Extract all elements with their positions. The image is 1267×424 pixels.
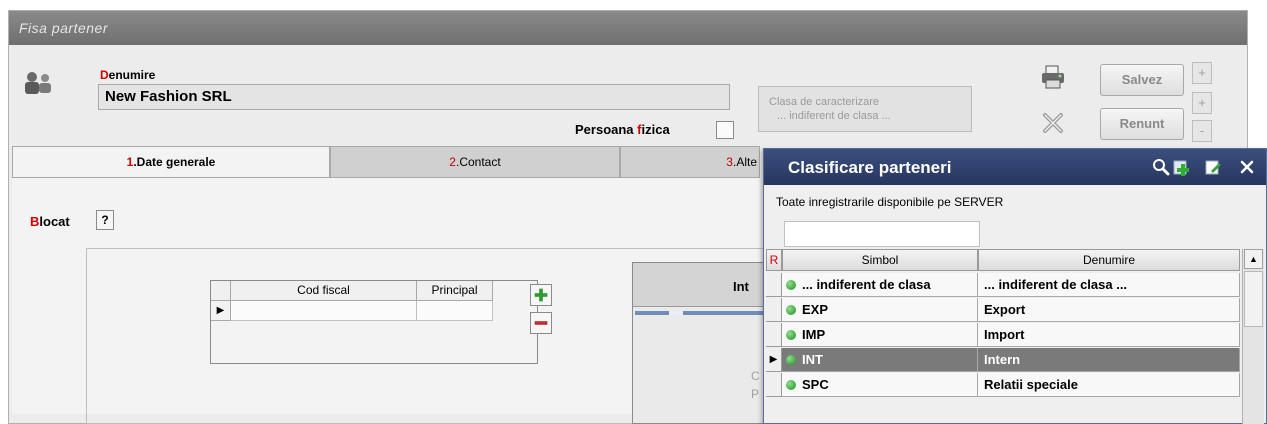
cell-denumire[interactable]: ... indiferent de clasa ... xyxy=(978,273,1240,297)
list-row-selected[interactable]: ▶ INT Intern xyxy=(764,348,1240,373)
grid-cell-principal[interactable] xyxy=(417,301,493,321)
close-icon[interactable] xyxy=(1238,158,1256,176)
renunt-button[interactable]: Renunt xyxy=(1100,108,1184,140)
cell-denumire[interactable]: Relatii speciale xyxy=(978,373,1240,397)
status-dot-icon xyxy=(786,305,796,315)
cell-simbol-text: IMP xyxy=(802,327,826,342)
row-indicator xyxy=(766,298,782,322)
add-icon[interactable] xyxy=(1172,158,1190,176)
cell-simbol[interactable]: INT xyxy=(782,348,978,372)
cell-simbol[interactable]: IMP xyxy=(782,323,978,347)
minus-icon[interactable] xyxy=(530,312,552,334)
tab2-accent: 2 xyxy=(449,155,456,169)
grid-row-indicator: ▶ xyxy=(211,301,231,321)
persoana-fizica-checkbox[interactable] xyxy=(716,121,734,139)
grid-cell-cod-fiscal[interactable] xyxy=(231,301,417,321)
plus-icon[interactable] xyxy=(530,284,552,306)
cell-simbol-text: ... indiferent de clasa xyxy=(802,277,931,292)
popup-titlebar: Clasificare parteneri xyxy=(764,149,1266,185)
list-row[interactable]: EXP Export xyxy=(764,298,1240,323)
status-dot-icon xyxy=(786,380,796,390)
cell-simbol-text: SPC xyxy=(802,377,829,392)
cell-denumire[interactable]: Intern xyxy=(978,348,1240,372)
tab-contact[interactable]: 2.Contact xyxy=(330,146,620,178)
tab3-label: .Alte xyxy=(732,155,757,169)
column-header-denumire[interactable]: Denumire xyxy=(978,249,1240,271)
status-dot-icon xyxy=(786,355,796,365)
tab2-label: .Contact xyxy=(455,155,501,169)
cell-simbol-text: INT xyxy=(802,352,823,367)
denumire-label-accent: D xyxy=(100,68,109,82)
row-indicator xyxy=(766,273,782,297)
row-indicator xyxy=(766,373,782,397)
status-dot-icon xyxy=(786,280,796,290)
tab-alte[interactable]: 3.Alte xyxy=(620,146,760,178)
edit-icon[interactable] xyxy=(1204,158,1222,176)
grid-header-cod-fiscal[interactable]: Cod fiscal xyxy=(231,281,417,301)
tab3-accent: 3 xyxy=(726,155,733,169)
cell-denumire[interactable]: Import xyxy=(978,323,1240,347)
cell-simbol-text: EXP xyxy=(802,302,829,317)
search-icon[interactable] xyxy=(1152,158,1170,176)
tab-date-generale[interactable]: 1.Date generale xyxy=(12,146,330,178)
cell-simbol[interactable]: EXP xyxy=(782,298,978,322)
column-header-simbol[interactable]: Simbol xyxy=(782,249,978,271)
status-dot-icon xyxy=(786,330,796,340)
printer-icon[interactable] xyxy=(1040,64,1066,90)
nav-down-button[interactable]: - xyxy=(1192,120,1212,142)
pf-prefix: Persoana xyxy=(575,122,638,137)
denumire-field[interactable]: New Fashion SRL xyxy=(98,84,730,110)
popup-scrollbar[interactable]: ▲ xyxy=(1242,249,1264,424)
cod-fiscal-grid[interactable]: Cod fiscal Principal ▶ xyxy=(210,280,538,364)
cell-simbol[interactable]: ... indiferent de clasa xyxy=(782,273,978,297)
list-row[interactable]: ... indiferent de clasa ... indiferent d… xyxy=(764,273,1240,298)
list-row[interactable]: IMP Import xyxy=(764,323,1240,348)
grid-header-principal[interactable]: Principal xyxy=(417,281,493,301)
nav-add-button[interactable]: + xyxy=(1192,92,1212,114)
blocat-rest: locat xyxy=(39,214,70,229)
tab1-label: .Date generale xyxy=(133,155,216,169)
denumire-label: Denumire xyxy=(100,68,155,82)
intern-frame-text2: P xyxy=(751,387,760,401)
blocat-label: Blocat xyxy=(30,214,70,229)
persoana-fizica-label: Persoana fizica xyxy=(575,122,670,137)
popup-subtitle: Toate inregistrarile disponibile pe SERV… xyxy=(776,195,1004,209)
clasa-line2: ... indiferent de clasa ... xyxy=(777,110,891,122)
blocat-accent: B xyxy=(30,214,40,229)
blocat-help-button[interactable]: ? xyxy=(96,210,114,230)
nav-up-button[interactable]: + xyxy=(1192,62,1212,84)
denumire-label-rest: enumire xyxy=(108,68,156,82)
pf-suffix: izica xyxy=(641,122,670,137)
intern-frame-header: Int xyxy=(633,263,765,307)
scroll-thumb[interactable] xyxy=(1244,271,1263,327)
partner-icon xyxy=(25,72,51,94)
cell-simbol[interactable]: SPC xyxy=(782,373,978,397)
clasa-caracterizare-button[interactable]: Clasa de caracterizare ... indiferent de… xyxy=(758,86,972,132)
clasificare-grid[interactable]: R Simbol Denumire ... indiferent de clas… xyxy=(764,249,1240,424)
clasificare-popup: Clasificare parteneri Toate inregistrari… xyxy=(763,148,1267,424)
list-row[interactable]: SPC Relatii speciale xyxy=(764,373,1240,398)
popup-title: Clasificare parteneri xyxy=(788,158,952,177)
cell-denumire[interactable]: Export xyxy=(978,298,1240,322)
intern-frame-bar xyxy=(635,311,763,315)
window-titlebar: Fisa partener xyxy=(9,11,1247,45)
intern-frame-text1: C xyxy=(751,369,760,383)
salvez-button[interactable]: Salvez xyxy=(1100,64,1184,96)
popup-search-input[interactable] xyxy=(784,221,980,247)
grid-corner xyxy=(211,281,231,301)
cancel-x-icon[interactable] xyxy=(1040,110,1066,136)
clasa-line1: Clasa de caracterizare xyxy=(769,96,880,108)
row-indicator xyxy=(766,323,782,347)
window-title: Fisa partener xyxy=(19,20,108,36)
grid-r-marker[interactable]: R xyxy=(766,249,782,271)
scroll-up-button[interactable]: ▲ xyxy=(1244,249,1263,269)
intern-frame: Int C P xyxy=(632,262,766,424)
row-indicator: ▶ xyxy=(766,348,782,372)
